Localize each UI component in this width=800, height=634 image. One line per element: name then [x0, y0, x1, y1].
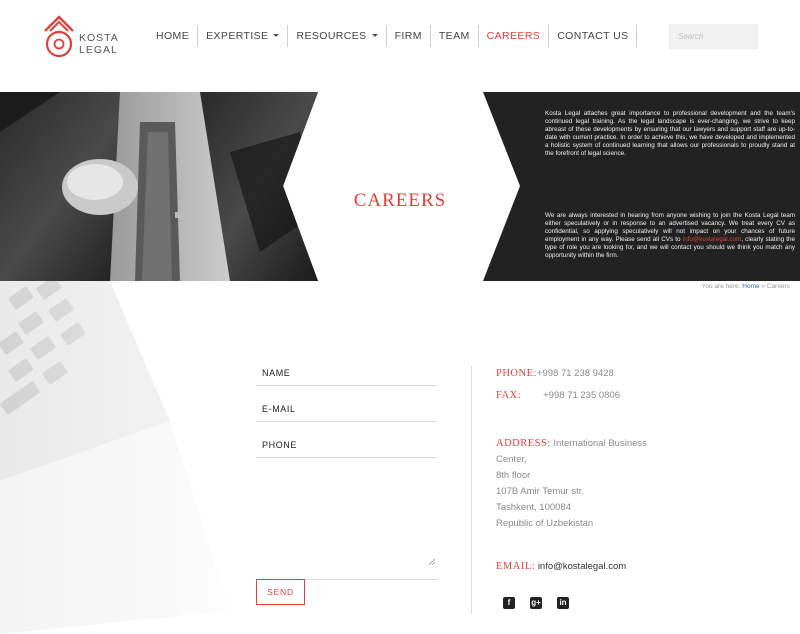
address-line: Center, [496, 454, 527, 465]
nav-item-label: HOME [156, 30, 190, 42]
nav-item-home[interactable]: HOME [148, 25, 199, 47]
breadcrumb-home-link[interactable]: Home [742, 283, 759, 290]
breadcrumb-prefix: You are here: [701, 283, 741, 290]
logo-mark-icon [44, 15, 74, 58]
nav-item-label: RESOURCES [296, 30, 367, 42]
nav-item-label: CAREERS [486, 30, 541, 42]
email-value[interactable]: info@kostalegal.com [538, 561, 626, 572]
nav-item-resources[interactable]: RESOURCES [288, 25, 387, 47]
contact-phone: PHONE:+998 71 238 9428 [496, 368, 614, 379]
email-field[interactable] [256, 396, 437, 422]
site-logo[interactable]: KOSTA LEGAL [42, 12, 122, 62]
main-nav: HOME EXPERTISE RESOURCES FIRM TEAM CAREE… [148, 25, 638, 47]
banner-paragraph-1: Kosta Legal attaches great importance to… [545, 110, 795, 157]
contact-fax: FAX: +998 71 235 0806 [496, 390, 620, 401]
google-plus-icon[interactable]: g+ [530, 597, 542, 609]
address-line: 107B Amir Temur str. [496, 486, 584, 497]
nav-item-expertise[interactable]: EXPERTISE [198, 25, 289, 47]
logo-line-2: LEGAL [79, 44, 118, 56]
page-title: CAREERS [353, 190, 447, 211]
address-line: Republic of Uzbekistan [496, 518, 594, 529]
nav-item-label: TEAM [438, 30, 470, 42]
contact-address: ADDRESS: International Business Center, … [496, 436, 656, 532]
contact-email: EMAIL: info@kostalegal.com [496, 561, 626, 572]
nav-item-careers[interactable]: CAREERS [479, 25, 550, 47]
nav-item-label: CONTACT US [557, 30, 629, 42]
banner-photo [0, 92, 318, 281]
chevron-down-icon [371, 33, 378, 37]
careers-banner: CAREERS Kosta Legal attaches great impor… [0, 92, 800, 281]
address-line: International Business [553, 438, 647, 449]
breadcrumb: You are here: Home » Careers [702, 283, 790, 290]
search-input[interactable] [669, 24, 758, 49]
careers-email-link[interactable]: info@kostalegal.com [683, 236, 742, 243]
nav-item-label: EXPERTISE [206, 30, 269, 42]
logo-text: KOSTA LEGAL [79, 32, 119, 56]
phone-value: +998 71 238 9428 [536, 368, 614, 379]
breadcrumb-current: Careers [766, 283, 790, 290]
linkedin-icon[interactable]: in [557, 597, 569, 609]
name-field[interactable] [256, 360, 437, 386]
nav-item-contact-us[interactable]: CONTACT US [549, 25, 638, 47]
facebook-icon[interactable]: f [503, 597, 515, 609]
laptop-background-image [0, 281, 240, 634]
fax-value: +998 71 235 0806 [543, 390, 621, 401]
fax-label: FAX: [496, 390, 522, 401]
logo-line-1: KOSTA [79, 32, 119, 44]
message-field[interactable] [256, 468, 437, 580]
address-line: 8th floor [496, 470, 531, 481]
banner-paragraph-2: We are always interested in hearing from… [545, 212, 795, 260]
careers-form [256, 360, 437, 590]
nav-item-team[interactable]: TEAM [431, 25, 479, 47]
site-header: KOSTA LEGAL HOME EXPERTISE RESOURCES FIR… [0, 0, 800, 92]
send-button[interactable]: SEND [256, 579, 305, 605]
nav-item-firm[interactable]: FIRM [387, 25, 431, 47]
nav-item-label: FIRM [394, 30, 422, 42]
phone-field[interactable] [256, 432, 437, 458]
textarea-resize-handle[interactable] [428, 558, 436, 566]
address-label: ADDRESS: [496, 438, 551, 449]
phone-label: PHONE: [496, 368, 537, 379]
breadcrumb-separator: » [761, 283, 766, 290]
chevron-down-icon [273, 33, 280, 37]
column-divider [471, 366, 472, 614]
email-label: EMAIL: [496, 561, 536, 572]
address-line: Tashkent, 100084 [496, 502, 572, 513]
